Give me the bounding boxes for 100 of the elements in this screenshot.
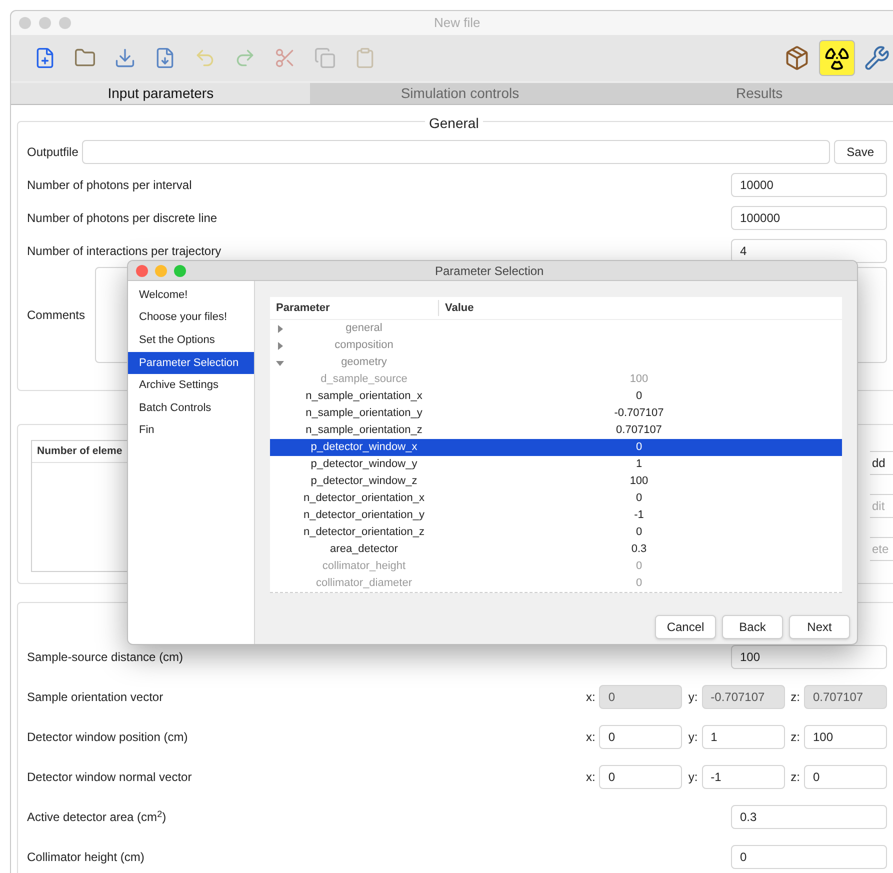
tree-row[interactable]: p_detector_window_x 0 — [270, 439, 842, 456]
parameter-value: 100 — [628, 372, 650, 388]
parameter-name: p_detector_window_x — [310, 440, 418, 456]
tree-row[interactable]: area_detector 0.3 — [270, 541, 842, 558]
input-field[interactable]: -1 — [702, 765, 785, 789]
window-control[interactable] — [59, 17, 71, 29]
input-field[interactable]: 1 — [702, 725, 785, 749]
parameter-name: p_detector_window_z — [310, 474, 418, 490]
column-header: Parameter — [270, 300, 439, 316]
field-label: Number of interactions per trajectory — [27, 243, 222, 260]
parameter-value: 0 — [634, 559, 644, 574]
axis-label: x: — [586, 729, 596, 746]
parameter-value: 1 — [634, 457, 644, 472]
parameter-name: n_detector_orientation_x — [302, 491, 426, 506]
tab[interactable]: Input parameters — [11, 83, 310, 105]
parameter-name: n_sample_orientation_x — [304, 389, 424, 404]
field-label: Outputfile — [27, 144, 78, 161]
parameter-name: area_detector — [329, 542, 399, 558]
field-label: Detector window position (cm) — [27, 729, 188, 746]
axis-label: x: — [586, 769, 596, 786]
parameter-value: -1 — [633, 508, 645, 524]
tree-group[interactable]: composition — [288, 337, 440, 354]
radiation-icon — [824, 45, 850, 71]
axis-label: y: — [688, 689, 698, 706]
input-field[interactable]: 0 — [599, 725, 682, 749]
wizard-step[interactable]: Welcome! — [128, 284, 254, 306]
parameter-name: n_sample_orientation_z — [304, 423, 424, 438]
input-field[interactable]: 0 — [731, 845, 887, 869]
parameter-value: 100 — [628, 474, 650, 490]
field-label: Sample-source distance (cm) — [27, 649, 184, 666]
wizard-step[interactable]: Parameter Selection — [128, 352, 254, 374]
tree-row[interactable]: p_detector_window_z 100 — [270, 473, 842, 490]
tree-row[interactable]: n_detector_orientation_x 0 — [270, 490, 842, 507]
input-field[interactable]: 0.3 — [731, 805, 887, 829]
save-button[interactable]: Save — [834, 140, 887, 164]
parameter-name: collimator_height — [321, 559, 407, 574]
caret-right-icon[interactable] — [276, 342, 284, 350]
axis-label: x: — [586, 689, 596, 706]
parameter-value: 0 — [634, 525, 644, 540]
input-field[interactable]: 0 — [804, 765, 887, 789]
field-label: Active detector area (cm$^{2}$) — [27, 808, 166, 826]
window-title: New file — [434, 14, 480, 32]
parameter-name: p_detector_window_y — [310, 457, 418, 472]
tree-row[interactable]: n_detector_orientation_y -1 — [270, 507, 842, 524]
parameter-name: n_detector_orientation_y — [302, 508, 426, 524]
dialog-title: Parameter Selection — [435, 262, 544, 280]
field-label: Collimator height (cm) — [27, 849, 144, 866]
axis-label: z: — [790, 729, 800, 746]
window-control[interactable] — [19, 17, 31, 29]
parameter-name: n_detector_orientation_z — [302, 525, 426, 540]
input-field[interactable]: 0 — [599, 765, 682, 789]
input-field[interactable]: 4 — [731, 239, 887, 263]
wizard-step[interactable]: Fin — [128, 420, 254, 442]
window-control[interactable] — [174, 264, 186, 276]
parameter-value: 0.3 — [630, 542, 648, 558]
tree-row[interactable]: n_sample_orientation_z 0.707107 — [270, 422, 842, 439]
parameter-value: 0 — [634, 389, 644, 404]
field-label: Sample orientation vector — [27, 689, 164, 706]
axis-label: z: — [790, 689, 800, 706]
axis-label: z: — [790, 769, 800, 786]
parameter-name: d_sample_source — [320, 372, 408, 388]
axis-label: y: — [688, 729, 698, 746]
parameter-name: n_sample_orientation_y — [304, 406, 424, 422]
window-control[interactable] — [136, 264, 148, 276]
parameter-value: 0.707107 — [615, 423, 663, 438]
dialog-button[interactable]: Back — [722, 615, 783, 639]
wizard-step[interactable]: Choose your files! — [128, 306, 254, 329]
tree-group[interactable]: geometry — [288, 354, 440, 371]
wizard-step[interactable]: Archive Settings — [128, 374, 254, 396]
field-label: Detector window normal vector — [27, 769, 192, 786]
radiation-button[interactable] — [819, 40, 855, 76]
package-icon — [784, 45, 810, 71]
tree-group[interactable]: general — [288, 320, 440, 337]
parameter-value: 0 — [634, 440, 644, 456]
column-header: Number of eleme — [37, 444, 122, 459]
tree-row[interactable]: n_sample_orientation_y -0.707107 — [270, 405, 842, 422]
caret-down-icon[interactable] — [276, 358, 284, 366]
input-field[interactable] — [82, 140, 830, 164]
dialog-button[interactable]: Cancel — [655, 615, 716, 639]
tree-row[interactable]: n_detector_orientation_z 0 — [270, 524, 842, 541]
tab[interactable]: Simulation controls — [310, 83, 610, 105]
axis-label: y: — [688, 769, 698, 786]
tab[interactable]: Results — [610, 83, 893, 105]
input-field[interactable]: 100000 — [731, 206, 887, 230]
tree-row[interactable]: n_sample_orientation_x 0 — [270, 388, 842, 405]
parameter-name: collimator_diameter — [315, 576, 413, 592]
input-field[interactable]: 100 — [731, 645, 887, 669]
window-control[interactable] — [39, 17, 51, 29]
parameter-value: 0 — [634, 576, 644, 592]
table-button[interactable]: dd — [870, 451, 893, 475]
wizard-step[interactable]: Set the Options — [128, 329, 254, 352]
column-header: Value — [444, 300, 474, 316]
wizard-step[interactable]: Batch Controls — [128, 396, 254, 419]
tree-row[interactable]: p_detector_window_y 1 — [270, 456, 842, 473]
input-field[interactable]: 100 — [804, 725, 887, 749]
dialog-button[interactable]: Next — [789, 615, 850, 639]
input-field[interactable]: 10000 — [731, 173, 887, 197]
caret-right-icon[interactable] — [276, 324, 284, 332]
field-label: Comments — [27, 307, 86, 324]
window-control[interactable] — [155, 264, 167, 276]
